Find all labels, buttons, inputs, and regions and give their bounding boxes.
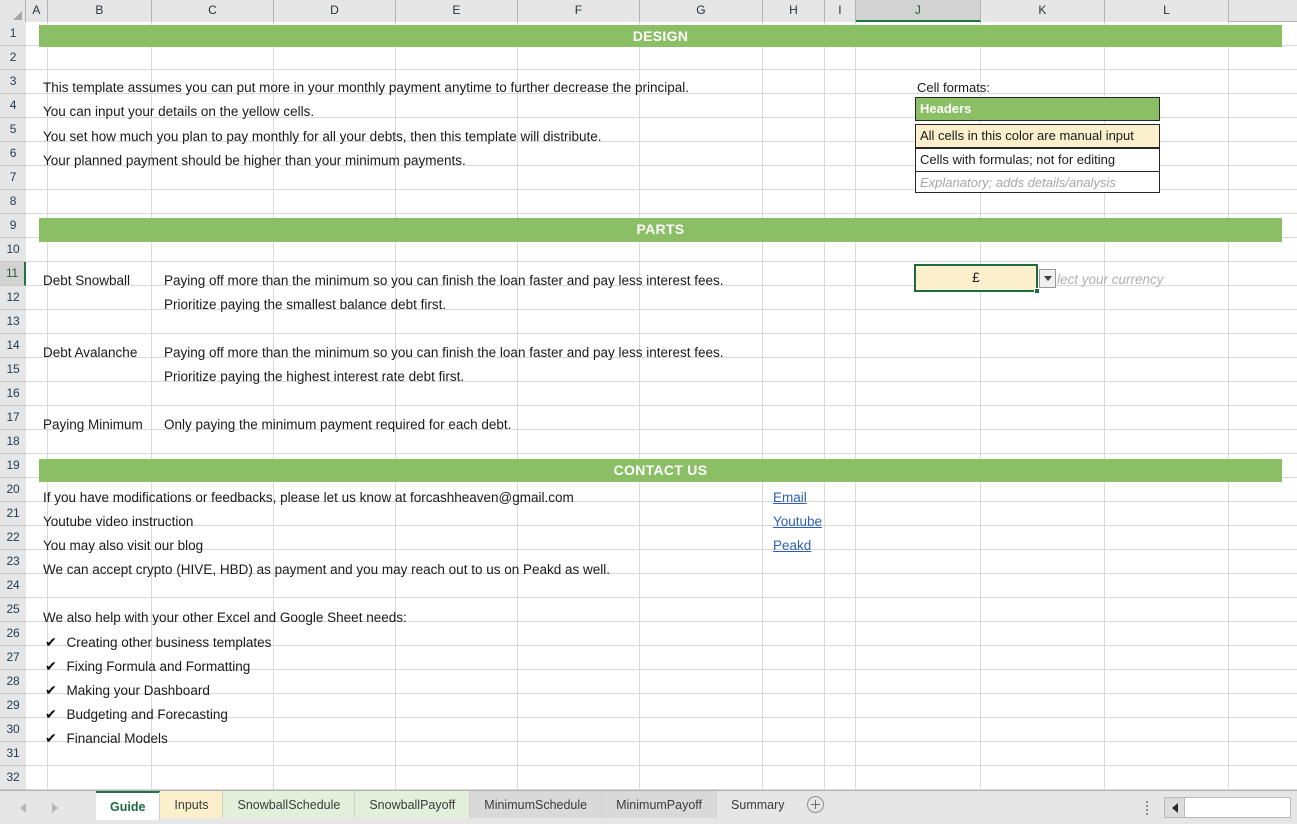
service-item-5-label: Financial Models (66, 731, 168, 746)
split-handle[interactable] (1146, 801, 1149, 815)
sheet-tabs[interactable]: Guide Inputs SnowballSchedule SnowballPayof… (96, 791, 833, 824)
banner-contact-label: CONTACT US (613, 462, 708, 478)
sheet-tab-label: MinimumPayoff (616, 797, 703, 812)
link-youtube[interactable]: Youtube (773, 515, 822, 529)
service-item-4: ✔ Budgeting and Forecasting (45, 707, 228, 722)
part-desc-snowball-1: Paying off more than the minimum so you … (164, 273, 724, 288)
banner-design: DESIGN (39, 25, 1282, 47)
banner-contact-us: CONTACT US (39, 459, 1282, 482)
check-icon: ✔ (45, 706, 57, 722)
service-item-2-label: Fixing Formula and Formatting (66, 659, 251, 674)
service-item-2: ✔ Fixing Formula and Formatting (45, 659, 250, 674)
part-desc-avalanche-2: Prioritize paying the highest interest r… (164, 369, 465, 384)
part-name-minimum: Paying Minimum (43, 417, 143, 432)
banner-design-label: DESIGN (632, 28, 689, 44)
plus-icon (807, 796, 825, 813)
part-name-avalanche: Debt Avalanche (43, 345, 138, 360)
cell-content-layer: DESIGN This template assumes you can put… (0, 0, 1297, 790)
horizontal-scrollbar[interactable] (1164, 797, 1291, 818)
part-desc-snowball-2: Prioritize paying the smallest balance d… (164, 297, 447, 312)
currency-value: £ (972, 270, 980, 285)
sheet-tab-guide[interactable]: Guide (96, 791, 161, 820)
contact-line-1: If you have modifications or feedbacks, … (43, 490, 574, 505)
contact-line-3: You may also visit our blog (43, 538, 204, 553)
legend-item-headers: Headers (915, 97, 1160, 121)
link-peakd[interactable]: Peakd (773, 539, 811, 553)
check-icon: ✔ (45, 658, 57, 674)
check-icon: ✔ (45, 634, 57, 650)
service-item-1: ✔ Creating other business templates (45, 635, 271, 650)
service-item-3-label: Making your Dashboard (66, 683, 210, 698)
scroll-track[interactable] (1185, 798, 1290, 817)
sheet-tab-bar: Guide Inputs SnowballSchedule SnowballPayof… (0, 790, 1297, 824)
contact-line-2: Youtube video instruction (43, 514, 194, 529)
next-sheet-icon[interactable] (52, 802, 58, 813)
prev-sheet-icon[interactable] (20, 802, 26, 813)
design-line-4: Your planned payment should be higher th… (43, 153, 466, 168)
sheet-tab-label: SnowballPayoff (369, 797, 456, 812)
contact-line-4: We can accept crypto (HIVE, HBD) as paym… (43, 562, 611, 577)
service-item-1-label: Creating other business templates (66, 635, 272, 650)
services-title: We also help with your other Excel and G… (43, 610, 407, 625)
link-email[interactable]: Email (773, 491, 807, 505)
legend-title: Cell formats: (917, 80, 990, 95)
sheet-tab-label: SnowballSchedule (237, 797, 341, 812)
legend-item-manual-input: All cells in this color are manual input (915, 124, 1160, 148)
sheet-tab-inputs[interactable]: Inputs (160, 791, 224, 818)
sheet-tab-label: MinimumSchedule (484, 797, 588, 812)
currency-select-cell[interactable]: £ (914, 264, 1040, 294)
currency-hint-text: lect your currency (1057, 272, 1164, 287)
service-item-3: ✔ Making your Dashboard (45, 683, 210, 698)
design-line-1: This template assumes you can put more i… (43, 80, 690, 95)
sheet-tab-label: Summary (731, 797, 785, 812)
fill-handle[interactable] (1034, 288, 1040, 294)
legend-item-explanatory: Explanatory; adds details/analysis (915, 171, 1160, 193)
sheet-tab-minimumschedule[interactable]: MinimumSchedule (470, 791, 603, 818)
check-icon: ✔ (45, 730, 57, 746)
check-icon: ✔ (45, 682, 57, 698)
legend-item-formula: Cells with formulas; not for editing (915, 148, 1160, 172)
banner-parts: PARTS (39, 218, 1282, 242)
sheet-tab-summary[interactable]: Summary (717, 791, 799, 818)
service-item-4-label: Budgeting and Forecasting (66, 707, 228, 722)
part-desc-minimum-1: Only paying the minimum payment required… (164, 417, 512, 432)
sheet-nav-arrows[interactable] (8, 791, 88, 824)
banner-parts-label: PARTS (636, 221, 685, 237)
spreadsheet-grid[interactable]: ABCDEFGHIJKL 1 2 3 4 5 6 7 8 9 10 11 12 13 14 15 16 17 18… (0, 0, 1297, 790)
service-item-5: ✔ Financial Models (45, 731, 168, 746)
sheet-tab-snowballpayoff[interactable]: SnowballPayoff (355, 791, 471, 818)
design-line-2: You can input your details on the yellow… (43, 104, 315, 119)
sheet-tab-snowballschedule[interactable]: SnowballSchedule (223, 791, 356, 818)
currency-dropdown-button[interactable] (1039, 269, 1056, 288)
sheet-tab-label: Inputs (174, 797, 209, 812)
sheet-tab-minimumpayoff[interactable]: MinimumPayoff (602, 791, 718, 818)
scroll-left-button[interactable] (1165, 798, 1185, 817)
triangle-left-icon (1171, 802, 1178, 813)
add-sheet-button[interactable] (799, 791, 833, 818)
design-line-3: You set how much you plan to pay monthly… (43, 129, 602, 144)
part-name-snowball: Debt Snowball (43, 273, 131, 288)
sheet-tab-label: Guide (110, 799, 146, 814)
chevron-down-icon (1043, 276, 1052, 281)
part-desc-avalanche-1: Paying off more than the minimum so you … (164, 345, 724, 360)
